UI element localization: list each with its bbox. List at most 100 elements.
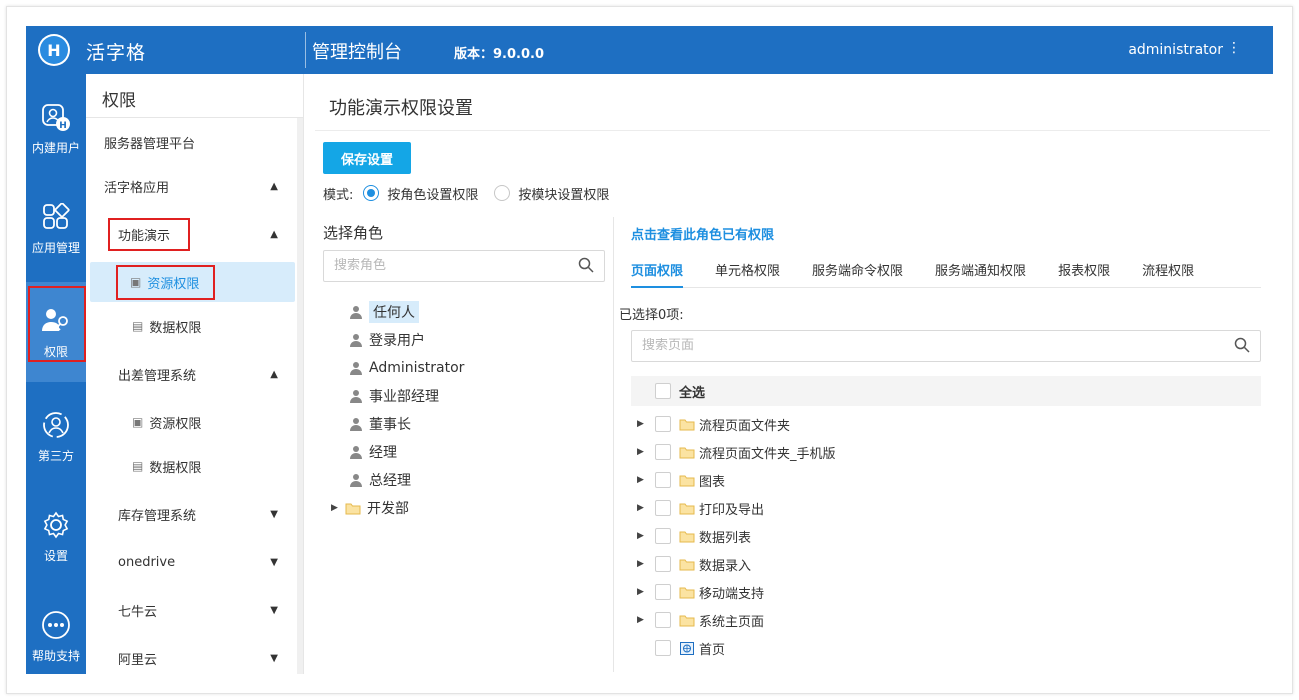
- page-folder-row[interactable]: ▶ 系统主页面: [631, 606, 1261, 634]
- page-folder-label: 数据列表: [699, 530, 752, 546]
- page-icon: [680, 641, 694, 655]
- icon-rail: H 内建用户 应用管理 权限 第三方 设置 帮助支持: [26, 74, 86, 674]
- tab-workflow-permission[interactable]: 流程权限: [1142, 260, 1194, 288]
- chevron-up-icon: ▲: [270, 368, 278, 380]
- database-icon: ▤: [132, 459, 144, 473]
- rail-item-builtin-users[interactable]: H 内建用户: [26, 82, 86, 174]
- nav-item-travel-data-permission[interactable]: ▤ 数据权限: [86, 446, 298, 486]
- role-item[interactable]: 事业部经理: [349, 384, 439, 408]
- caret-right-icon[interactable]: ▶: [637, 419, 655, 429]
- chevron-up-icon: ▲: [270, 180, 278, 192]
- role-item[interactable]: 经理: [349, 440, 397, 464]
- view-role-permissions-link[interactable]: 点击查看此角色已有权限: [631, 224, 774, 243]
- main-content: 功能演示权限设置 保存设置 模式: 按角色设置权限 按模块设置权限 选择角色 任…: [305, 74, 1273, 674]
- header-divider: [305, 32, 306, 68]
- caret-right-icon[interactable]: ▶: [637, 615, 655, 625]
- row-checkbox[interactable]: [655, 500, 671, 516]
- rail-item-help[interactable]: 帮助支持: [26, 590, 86, 682]
- page-row[interactable]: 首页: [631, 634, 1261, 662]
- role-item[interactable]: 登录用户: [349, 328, 425, 352]
- row-checkbox[interactable]: [655, 472, 671, 488]
- page-folder-row[interactable]: ▶ 数据列表: [631, 522, 1261, 550]
- rail-item-permissions[interactable]: 权限: [26, 282, 86, 382]
- nav-item-travel-resource-permission[interactable]: ▣ 资源权限: [86, 402, 298, 442]
- role-item[interactable]: 总经理: [349, 468, 411, 492]
- nav-item-demo-data-permission[interactable]: ▤ 数据权限: [86, 306, 298, 346]
- caret-right-icon[interactable]: ▶: [331, 503, 345, 513]
- caret-right-icon[interactable]: ▶: [637, 587, 655, 597]
- folder-icon: [679, 503, 695, 514]
- page-folder-label: 系统主页面: [699, 614, 765, 630]
- nav-item-label: 数据权限: [149, 460, 202, 476]
- row-checkbox[interactable]: [655, 528, 671, 544]
- page-folder-row[interactable]: ▶ 图表: [631, 466, 1261, 494]
- mode-radio-by-role[interactable]: [363, 185, 380, 201]
- nav-item-server-platform[interactable]: 服务器管理平台: [86, 122, 298, 162]
- nav-item-feature-demo[interactable]: 功能演示 ▲: [86, 214, 298, 254]
- row-checkbox[interactable]: [655, 556, 671, 572]
- more-vertical-icon[interactable]: ⋮: [1227, 40, 1241, 56]
- select-all-checkbox[interactable]: [655, 383, 671, 399]
- tab-page-permission[interactable]: 页面权限: [631, 260, 684, 288]
- search-icon[interactable]: [578, 257, 594, 273]
- tab-server-notification-permission[interactable]: 服务端通知权限: [935, 260, 1026, 288]
- page-folder-row[interactable]: ▶ 移动端支持: [631, 578, 1261, 606]
- tab-report-permission[interactable]: 报表权限: [1058, 260, 1110, 288]
- nav-item-inventory-system[interactable]: 库存管理系统 ▼: [86, 494, 298, 534]
- nav-item-label: onedrive: [118, 554, 176, 570]
- rail-item-third-party[interactable]: 第三方: [26, 390, 86, 482]
- row-checkbox[interactable]: [655, 444, 671, 460]
- rail-item-app-management[interactable]: 应用管理: [26, 182, 86, 274]
- svg-text:H: H: [59, 121, 67, 131]
- page-folder-row[interactable]: ▶ 流程页面文件夹_手机版: [631, 438, 1261, 466]
- row-checkbox[interactable]: [655, 640, 671, 656]
- caret-right-icon[interactable]: ▶: [637, 447, 655, 457]
- page-folder-label: 图表: [699, 474, 726, 490]
- mode-option-label: 按角色设置权限: [387, 187, 479, 203]
- role-item[interactable]: Administrator: [349, 356, 464, 380]
- nav-item-label: 活字格应用: [104, 180, 170, 196]
- save-settings-button[interactable]: 保存设置: [323, 142, 411, 174]
- person-icon: [350, 390, 362, 403]
- page-folder-row[interactable]: ▶ 打印及导出: [631, 494, 1261, 522]
- chevron-down-icon: ▼: [270, 556, 278, 568]
- folder-icon: [345, 503, 361, 514]
- nav-item-label: 七牛云: [118, 604, 158, 620]
- nav-item-huozige-apps[interactable]: 活字格应用 ▲: [86, 166, 298, 206]
- user-menu[interactable]: administrator: [1128, 42, 1223, 58]
- page-search-input[interactable]: [642, 338, 1202, 353]
- apps-grid-icon: [40, 201, 72, 233]
- mode-radio-by-module[interactable]: [494, 185, 511, 201]
- role-item[interactable]: 任何人: [349, 300, 419, 324]
- tab-cell-permission[interactable]: 单元格权限: [715, 260, 780, 288]
- row-checkbox[interactable]: [655, 612, 671, 628]
- nav-item-demo-resource-permission[interactable]: ▣ 资源权限: [90, 262, 295, 302]
- page-folder-row[interactable]: ▶ 数据录入: [631, 550, 1261, 578]
- row-checkbox[interactable]: [655, 584, 671, 600]
- person-icon: [350, 446, 362, 459]
- mode-option-label: 按模块设置权限: [518, 187, 610, 203]
- page-folder-row[interactable]: ▶ 流程页面文件夹: [631, 410, 1261, 438]
- role-folder[interactable]: ▶ 开发部: [331, 496, 409, 520]
- tab-server-command-permission[interactable]: 服务端命令权限: [812, 260, 903, 288]
- nav-item-label-box: ▣ 资源权限: [116, 264, 216, 300]
- role-item[interactable]: 董事长: [349, 412, 411, 436]
- nav-item-aliyun[interactable]: 阿里云 ▼: [86, 638, 298, 678]
- role-search-input[interactable]: [334, 258, 564, 273]
- mode-selector: 模式: 按角色设置权限 按模块设置权限: [323, 184, 610, 203]
- nav-item-qiniu[interactable]: 七牛云 ▼: [86, 590, 298, 630]
- row-checkbox[interactable]: [655, 416, 671, 432]
- search-icon[interactable]: [1234, 337, 1250, 353]
- caret-right-icon[interactable]: ▶: [637, 503, 655, 513]
- nav-title: 权限: [86, 74, 304, 118]
- rail-item-settings[interactable]: 设置: [26, 490, 86, 582]
- nav-item-onedrive[interactable]: onedrive ▼: [86, 542, 298, 582]
- chevron-down-icon: ▼: [270, 508, 278, 520]
- selected-count: 已选择0项:: [619, 308, 684, 323]
- nav-item-travel-system[interactable]: 出差管理系统 ▲: [86, 354, 298, 394]
- folder-icon: [679, 447, 695, 458]
- caret-right-icon[interactable]: ▶: [637, 475, 655, 485]
- caret-right-icon[interactable]: ▶: [637, 531, 655, 541]
- rail-label: 设置: [43, 548, 68, 563]
- caret-right-icon[interactable]: ▶: [637, 559, 655, 569]
